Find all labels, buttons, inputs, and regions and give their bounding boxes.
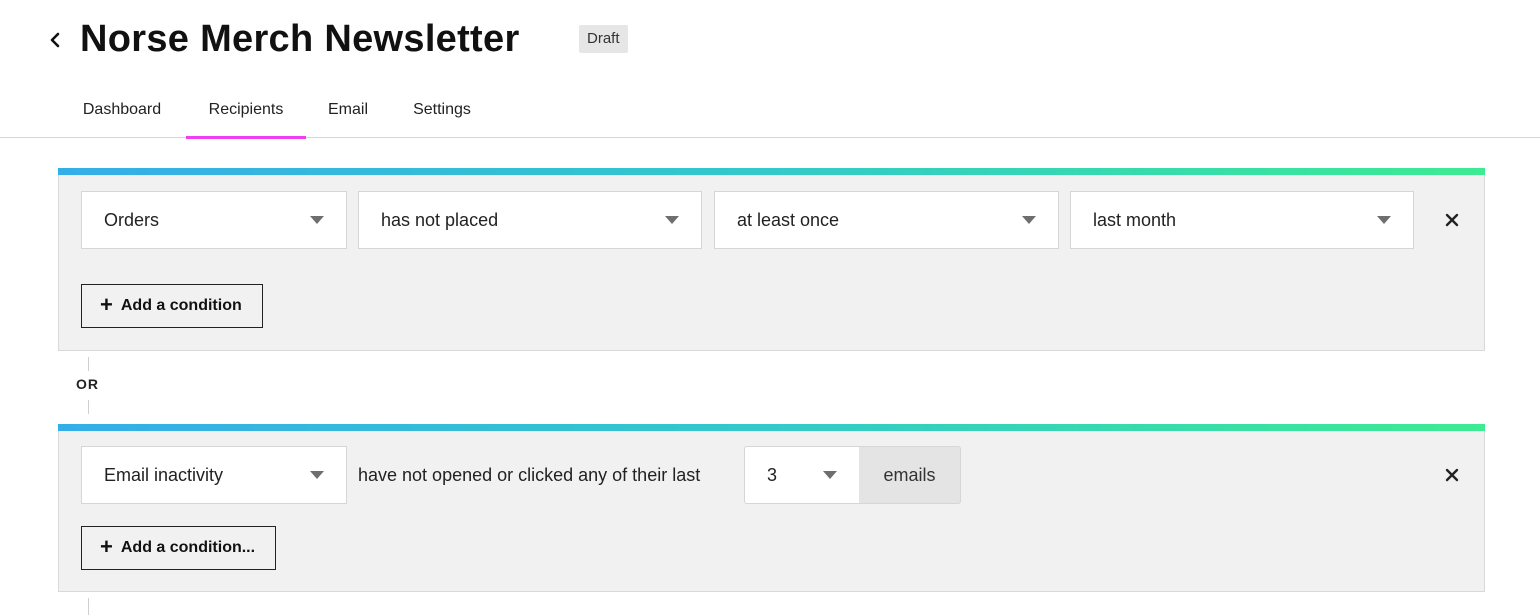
connector-line: [88, 357, 89, 371]
operator-select-value: has not placed: [381, 210, 499, 230]
field-select-value: Orders: [104, 210, 160, 230]
group-accent-bar: [58, 168, 1485, 175]
remove-condition-button[interactable]: [1440, 463, 1464, 487]
page-header: Norse Merch Newsletter Draft: [0, 0, 1540, 80]
unit-addon: emails: [859, 446, 961, 504]
plus-icon: +: [100, 292, 113, 317]
email-count-value: 3: [767, 465, 778, 485]
connector-line: [88, 400, 89, 414]
timeframe-select-value: last month: [1093, 210, 1177, 230]
add-condition-button[interactable]: + Add a condition...: [81, 526, 277, 570]
back-button[interactable]: [44, 24, 66, 56]
caret-down-icon: [1377, 216, 1391, 224]
tab-recipients[interactable]: Recipients: [186, 92, 306, 139]
or-connector-label: OR: [76, 376, 99, 392]
close-icon: [1445, 213, 1459, 227]
plus-icon: +: [100, 534, 113, 559]
add-condition-button[interactable]: + Add a condition: [81, 284, 263, 328]
caret-down-icon: [310, 471, 324, 479]
email-count-select[interactable]: 3: [744, 446, 859, 504]
field-select[interactable]: Email inactivity: [81, 446, 347, 504]
page-title: Norse Merch Newsletter: [80, 18, 520, 60]
group-accent-bar: [58, 424, 1485, 431]
tab-email[interactable]: Email: [327, 92, 369, 138]
field-select-value: Email inactivity: [104, 465, 224, 485]
condition-description: have not opened or clicked any of their …: [358, 465, 701, 485]
timeframe-select[interactable]: last month: [1070, 191, 1414, 249]
tab-bar: Dashboard Recipients Email Settings: [0, 92, 1540, 139]
field-select[interactable]: Orders: [81, 191, 347, 249]
caret-down-icon: [665, 216, 679, 224]
frequency-select[interactable]: at least once: [714, 191, 1059, 249]
add-condition-label: Add a condition...: [120, 539, 256, 556]
tab-settings[interactable]: Settings: [411, 92, 473, 138]
caret-down-icon: [1022, 216, 1036, 224]
remove-condition-button[interactable]: [1440, 208, 1464, 232]
add-condition-label: Add a condition: [120, 297, 242, 314]
chevron-left-icon: [50, 32, 60, 48]
status-badge: Draft: [579, 25, 628, 53]
condition-group-1: Orders has not placed at least once last…: [58, 168, 1485, 351]
connector-line: [88, 598, 89, 615]
close-icon: [1445, 468, 1459, 482]
condition-group-2: Email inactivity have not opened or clic…: [58, 424, 1485, 592]
caret-down-icon: [823, 471, 837, 479]
operator-select[interactable]: has not placed: [358, 191, 702, 249]
tab-dashboard[interactable]: Dashboard: [80, 92, 164, 138]
frequency-select-value: at least once: [737, 210, 840, 230]
caret-down-icon: [310, 216, 324, 224]
